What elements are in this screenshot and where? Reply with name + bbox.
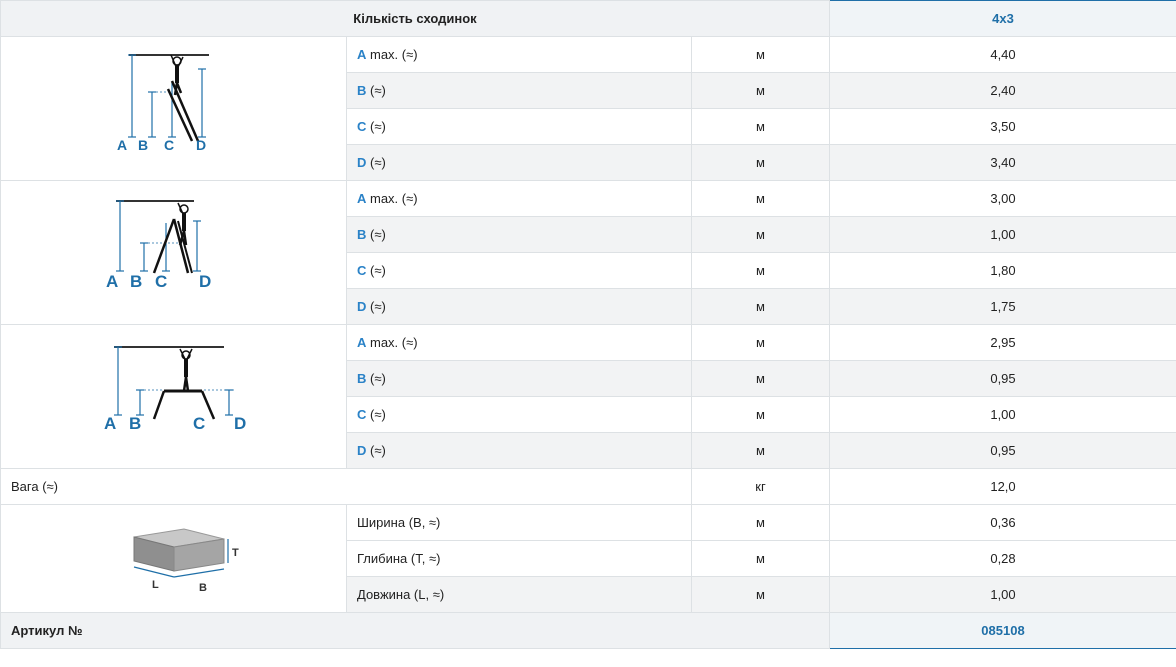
value-cell: 2,95 — [829, 324, 1176, 361]
unit-cell: м — [691, 576, 830, 613]
svg-text:D: D — [234, 414, 246, 433]
unit-cell: м — [691, 108, 830, 145]
svg-text:D: D — [196, 137, 206, 153]
param-label: A max. (≈) — [346, 324, 692, 361]
svg-text:A: A — [106, 272, 118, 291]
svg-text:B: B — [129, 414, 141, 433]
header-label: Кількість сходинок — [0, 0, 830, 37]
param-label: B (≈) — [346, 216, 692, 253]
param-label: D (≈) — [346, 144, 692, 181]
unit-cell: м — [691, 540, 830, 577]
table-row: A B C D A max. (≈) м 3,00 — [0, 180, 1176, 325]
param-label: A max. (≈) — [346, 36, 692, 73]
weight-unit: кг — [691, 468, 830, 505]
unit-cell: м — [691, 72, 830, 109]
param-label: D (≈) — [346, 432, 692, 469]
svg-text:C: C — [155, 272, 167, 291]
table-row: A B C D A max. (≈) м 4,40 — [0, 36, 1176, 181]
value-cell: 0,28 — [829, 540, 1176, 577]
value-cell: 1,00 — [829, 576, 1176, 613]
header-row: Кількість сходинок 4x3 — [0, 0, 1176, 37]
unit-cell: м — [691, 36, 830, 73]
weight-label: Вага (≈) — [0, 468, 692, 505]
unit-cell: м — [691, 504, 830, 541]
unit-cell: м — [691, 396, 830, 433]
package-label: Глибина (T, ≈) — [346, 540, 692, 577]
package-box-icon: T L B — [133, 528, 239, 594]
weight-value: 12,0 — [829, 468, 1176, 505]
table-row: T L B Ширина (B, ≈) м 0,36 — [0, 504, 1176, 613]
svg-text:C: C — [164, 137, 174, 153]
unit-cell: м — [691, 180, 830, 217]
weight-row: Вага (≈) кг 12,0 — [0, 468, 1176, 505]
ladder-standing-icon: A B C D — [106, 200, 211, 291]
value-cell: 1,00 — [829, 396, 1176, 433]
unit-cell: м — [691, 288, 830, 325]
ladder-leaning-diagram: A B C D — [0, 36, 347, 181]
svg-text:A: A — [117, 137, 127, 153]
value-cell: 3,40 — [829, 144, 1176, 181]
value-cell: 3,50 — [829, 108, 1176, 145]
svg-text:B: B — [199, 582, 207, 594]
value-cell: 1,00 — [829, 216, 1176, 253]
article-value: 085108 — [829, 612, 1176, 649]
value-cell: 4,40 — [829, 36, 1176, 73]
table-row: A B C D A max. (≈) м 2,95 — [0, 324, 1176, 469]
header-value: 4x3 — [829, 0, 1176, 37]
unit-cell: м — [691, 216, 830, 253]
value-cell: 2,40 — [829, 72, 1176, 109]
unit-cell: м — [691, 144, 830, 181]
unit-cell: м — [691, 324, 830, 361]
spec-table: Кількість сходинок 4x3 A B C D A max. (≈… — [0, 0, 1176, 649]
value-cell: 1,75 — [829, 288, 1176, 325]
value-cell: 3,00 — [829, 180, 1176, 217]
svg-text:T: T — [232, 547, 239, 559]
article-row: Артикул № 085108 — [0, 612, 1176, 649]
unit-cell: м — [691, 360, 830, 397]
svg-text:A: A — [104, 414, 116, 433]
param-label: B (≈) — [346, 72, 692, 109]
package-label: Довжина (L, ≈) — [346, 576, 692, 613]
value-cell: 0,95 — [829, 360, 1176, 397]
unit-cell: м — [691, 432, 830, 469]
value-cell: 0,95 — [829, 432, 1176, 469]
svg-text:L: L — [152, 579, 159, 591]
package-label: Ширина (B, ≈) — [346, 504, 692, 541]
param-label: A max. (≈) — [346, 180, 692, 217]
ladder-platform-icon: A B C D — [104, 346, 246, 433]
ladder-leaning-icon: A B C D — [117, 54, 209, 153]
package-diagram: T L B — [0, 504, 347, 613]
ladder-platform-diagram: A B C D — [0, 324, 347, 469]
param-label: C (≈) — [346, 108, 692, 145]
param-label: C (≈) — [346, 396, 692, 433]
unit-cell: м — [691, 252, 830, 289]
param-label: D (≈) — [346, 288, 692, 325]
article-label: Артикул № — [0, 612, 830, 649]
svg-text:C: C — [193, 414, 205, 433]
svg-text:B: B — [138, 137, 148, 153]
param-label: C (≈) — [346, 252, 692, 289]
svg-text:B: B — [130, 272, 142, 291]
svg-text:D: D — [199, 272, 211, 291]
value-cell: 0,36 — [829, 504, 1176, 541]
ladder-standing-diagram: A B C D — [0, 180, 347, 325]
param-label: B (≈) — [346, 360, 692, 397]
value-cell: 1,80 — [829, 252, 1176, 289]
